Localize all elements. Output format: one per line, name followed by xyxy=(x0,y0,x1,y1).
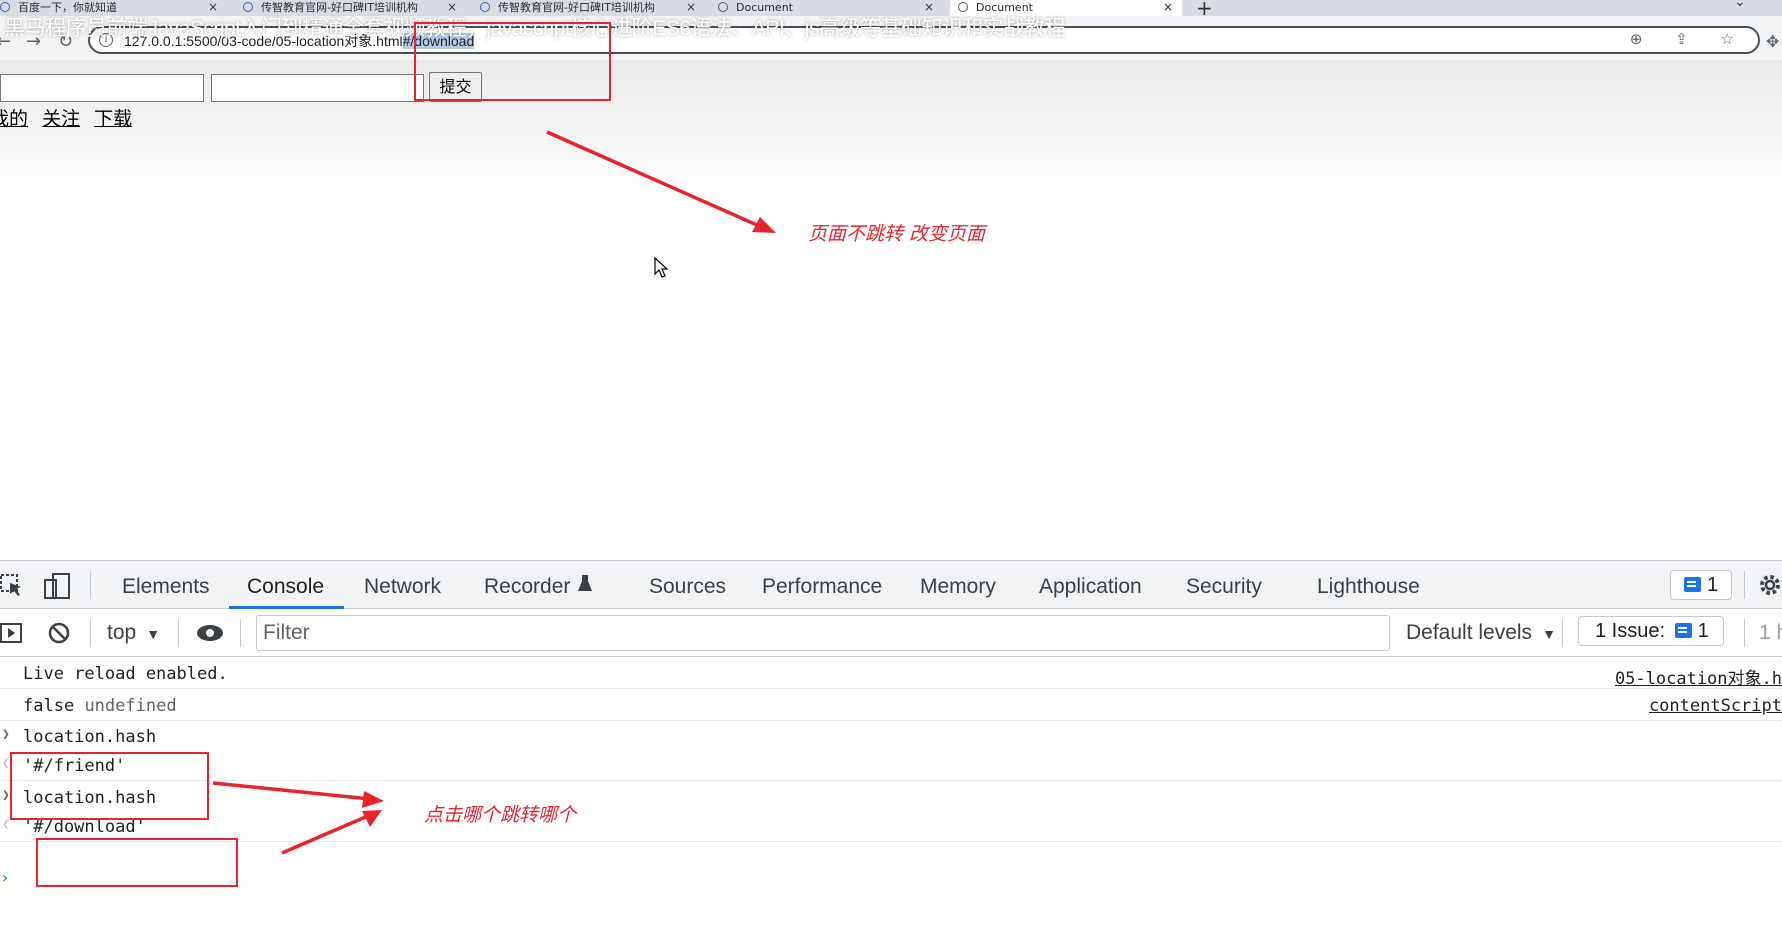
source-link[interactable]: 05-location对象.h xyxy=(1615,664,1782,689)
annotation-arrow-top xyxy=(546,130,776,233)
value-false: false xyxy=(23,696,75,716)
message-icon xyxy=(1684,577,1701,592)
sidebar-toggle-icon[interactable] xyxy=(0,622,24,644)
console-result: '#/download' xyxy=(23,817,146,837)
link-download[interactable]: 下载 xyxy=(94,108,132,130)
dropdown-arrow-icon: ▼ xyxy=(146,626,161,642)
annotation-arrows-bottom xyxy=(212,781,384,855)
tab-application[interactable]: Application xyxy=(1039,575,1142,599)
issue-message-icon xyxy=(1674,623,1692,638)
settings-gear-icon[interactable] xyxy=(1758,573,1782,597)
issues-button[interactable]: 1 Issue: 1 xyxy=(1578,616,1724,646)
input-chevron-icon: ❯ xyxy=(2,727,10,742)
hidden-messages-count: 1 h xyxy=(1759,621,1782,644)
baidu-favicon-icon xyxy=(0,2,10,12)
divider xyxy=(240,619,241,647)
context-selector[interactable]: top ▼ xyxy=(107,621,160,645)
inspect-element-icon[interactable] xyxy=(0,573,24,599)
divider xyxy=(1744,571,1745,599)
tab-performance[interactable]: Performance xyxy=(762,575,882,599)
divider xyxy=(90,571,91,599)
annotation-box-download xyxy=(36,838,238,887)
annotation-note-top: 页面不跳转 改变页面 xyxy=(808,223,986,245)
issues-label: 1 Issue: xyxy=(1595,620,1666,642)
devtools-tab-bar: Elements Console Network Recorder Source… xyxy=(0,561,1782,609)
divider xyxy=(90,619,91,647)
console-message: false undefined xyxy=(23,696,177,716)
globe-favicon-icon xyxy=(718,2,728,12)
divider xyxy=(1562,619,1563,647)
console-log-row: Live reload enabled. 05-location对象.h xyxy=(0,658,1782,689)
console-filter-bar: top ▼ Filter Default levels ▼ 1 Issue: 1 1… xyxy=(0,609,1782,657)
divider xyxy=(178,619,179,647)
log-levels-value: Default levels xyxy=(1406,621,1533,644)
annotation-box-friend xyxy=(10,752,209,820)
issues-count: 1 xyxy=(1697,620,1709,642)
text-input-2[interactable] xyxy=(211,74,424,102)
itcast-favicon-icon xyxy=(243,2,253,12)
tab-memory[interactable]: Memory xyxy=(920,575,996,599)
tab-recorder[interactable]: Recorder xyxy=(484,575,570,599)
tab-sources[interactable]: Sources xyxy=(649,575,726,599)
itcast-favicon-icon xyxy=(480,2,490,12)
annotation-box-url xyxy=(414,22,611,101)
tab-security[interactable]: Security xyxy=(1186,575,1262,599)
source-link[interactable]: contentScript xyxy=(1649,696,1782,716)
console-filter-input[interactable]: Filter xyxy=(256,615,1390,651)
text-input-1[interactable] xyxy=(0,74,204,102)
live-expression-eye-icon[interactable] xyxy=(195,623,225,643)
link-follow[interactable]: 关注 xyxy=(42,108,80,130)
tab-search-chevron-icon[interactable]: ⌄ xyxy=(1734,0,1746,10)
device-toolbar-icon[interactable] xyxy=(43,571,73,601)
tab-network[interactable]: Network xyxy=(364,575,441,599)
globe-favicon-icon xyxy=(958,2,968,12)
address-bar-actions-icon[interactable]: ⊕ ⇪ ☆ xyxy=(1630,30,1748,48)
log-levels-dropdown[interactable]: Default levels ▼ xyxy=(1406,621,1556,645)
console-command: location.hash xyxy=(23,727,157,747)
flask-icon xyxy=(578,575,592,591)
page-viewport: 提交 我的 关注 下载 xyxy=(0,60,1782,560)
tab-close-icon[interactable]: × xyxy=(1163,0,1173,15)
result-chevron-icon: ❮ xyxy=(2,756,10,771)
divider xyxy=(1744,619,1745,647)
console-log-row: false undefined contentScript xyxy=(0,690,1782,721)
console-input-row: ❯ location.hash xyxy=(0,721,1782,752)
tab-lighthouse[interactable]: Lighthouse xyxy=(1317,575,1420,599)
tab-console[interactable]: Console xyxy=(247,575,324,599)
result-chevron-icon: ❮ xyxy=(2,817,10,832)
clear-console-icon[interactable] xyxy=(47,622,71,646)
tab-elements[interactable]: Elements xyxy=(122,575,210,599)
page-links: 我的 关注 下载 xyxy=(0,104,140,131)
value-undefined: undefined xyxy=(84,696,177,716)
messages-badge[interactable]: 1 xyxy=(1670,570,1732,600)
input-chevron-icon: ❯ xyxy=(2,788,10,803)
link-mine[interactable]: 我的 xyxy=(0,108,28,130)
console-prompt[interactable]: › xyxy=(0,868,10,887)
mouse-cursor-icon xyxy=(654,257,669,278)
annotation-note-bottom: 点击哪个跳转哪个 xyxy=(424,804,577,826)
extensions-puzzle-icon[interactable]: ✥ xyxy=(1766,32,1779,51)
context-value: top xyxy=(107,621,137,644)
console-message: Live reload enabled. xyxy=(23,664,228,684)
messages-count: 1 xyxy=(1707,574,1719,596)
dropdown-arrow-icon: ▼ xyxy=(1542,626,1556,642)
